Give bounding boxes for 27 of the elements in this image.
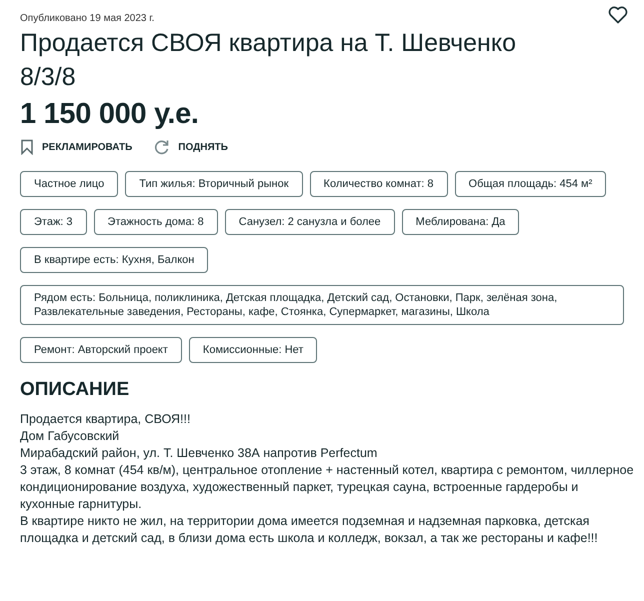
feature-tag: Этаж: 3	[20, 209, 87, 235]
action-link[interactable]: РЕКЛАМИРОВАТЬ	[20, 139, 132, 155]
price: 1 150 000 у.е.	[20, 98, 200, 131]
feature-tag: Тип жилья: Вторичный рынок	[125, 171, 303, 197]
feature-tag: Меблирована: Да	[402, 209, 520, 235]
description-text: Продается квартира, СВОЯ!!!	[20, 411, 192, 428]
description-text: Дом Габусовский	[20, 428, 120, 445]
feature-tag: Ремонт: Авторский проект	[20, 337, 182, 363]
publish-date: Опубликовано 19 мая 2023 г.	[20, 12, 154, 24]
listing-title: Продается СВОЯ квартира на Т. Шевченко 8/3/8	[20, 28, 517, 93]
description-text: В квартире никто не жил, на территории дома имеется подземная и надземная парковка, детская площадка и детский сад, в близи дома есть школа и колледж, вокзал, а так же рестораны и кафе!!!	[20, 513, 599, 547]
feature-tag: Рядом есть: Больница, поликлиника, Детская площадка, Детский сад, Остановки, Парк, зелёная зона, Развлекательные заведения, Рестораны, кафе, Стоянка, Супермаркет, магазины, Школа	[20, 285, 624, 325]
description-text: Мирабадский район, ул. Т. Шевченко 38А напротив Perfectum	[20, 445, 378, 462]
feature-tag: Частное лицо	[20, 171, 118, 197]
bookmark-icon	[20, 139, 34, 155]
favorite-button[interactable]	[608, 6, 628, 24]
description-text: 3 этаж, 8 комнат (454 кв/м), центральное отопление + настенный котел, квартира с ремонтом, чиллерное кондиционирование воздуха, художественный паркет, турецкая сауна, встроенные гардеробы и кухонные гарнитуры.	[20, 462, 635, 513]
feature-tag: Этажность дома: 8	[94, 209, 218, 235]
feature-tag: Санузел: 2 санузла и более	[224, 209, 395, 235]
heart-icon	[608, 6, 628, 24]
refresh-icon	[154, 139, 170, 155]
feature-tag: Общая площадь: 454 м²	[454, 171, 606, 197]
feature-tag: В квартире есть: Кухня, Балкон	[20, 247, 208, 273]
feature-tag: Комиссионные: Нет	[188, 337, 318, 363]
feature-tag: Количество комнат: 8	[310, 171, 448, 197]
action-link[interactable]: ПОДНЯТЬ	[154, 139, 228, 155]
section-heading: ОПИСАНИЕ	[20, 379, 130, 401]
